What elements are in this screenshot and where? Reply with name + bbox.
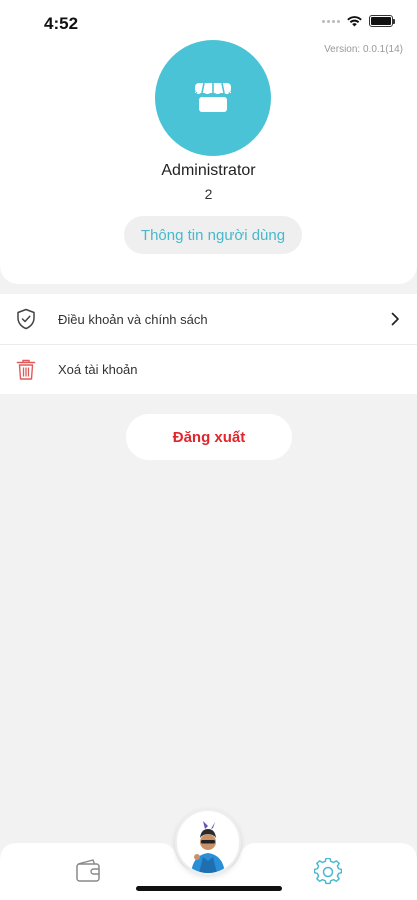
- home-indicator: [136, 886, 282, 891]
- menu-item-label: Điều khoản và chính sách: [58, 311, 208, 327]
- user-name: Administrator: [161, 162, 256, 179]
- avatar: [155, 40, 271, 156]
- tab-profile-avatar[interactable]: [175, 809, 241, 875]
- status-bar: 4:52: [0, 0, 417, 44]
- menu-item-terms[interactable]: Điều khoản và chính sách: [0, 294, 417, 344]
- menu-item-label: Xoá tài khoản: [58, 362, 138, 377]
- signal-icon: [322, 19, 340, 23]
- tab-settings[interactable]: [313, 857, 343, 886]
- user-photo-avatar: [177, 811, 239, 873]
- user-info-button[interactable]: Thông tin người dùng: [124, 216, 302, 254]
- battery-icon: [369, 15, 395, 27]
- chevron-right-icon: [387, 311, 403, 327]
- wifi-icon: [347, 16, 362, 27]
- status-icons: [322, 15, 395, 27]
- shield-check-icon: [14, 307, 38, 331]
- trash-icon: [14, 358, 38, 382]
- logout-button[interactable]: Đăng xuất: [126, 414, 292, 460]
- tab-wallet[interactable]: [74, 858, 102, 884]
- user-id: 2: [204, 186, 213, 202]
- gear-icon: [313, 857, 343, 885]
- wallet-icon: [76, 859, 100, 882]
- store-icon: [195, 82, 231, 112]
- profile-card: Version: 0.0.1(14) Administrator 2 Thông…: [0, 40, 417, 284]
- settings-menu: Điều khoản và chính sách Xoá tài khoản: [0, 294, 417, 394]
- app-version: Version: 0.0.1(14): [324, 44, 403, 55]
- status-time: 4:52: [44, 14, 79, 33]
- menu-item-delete-account[interactable]: Xoá tài khoản: [0, 344, 417, 394]
